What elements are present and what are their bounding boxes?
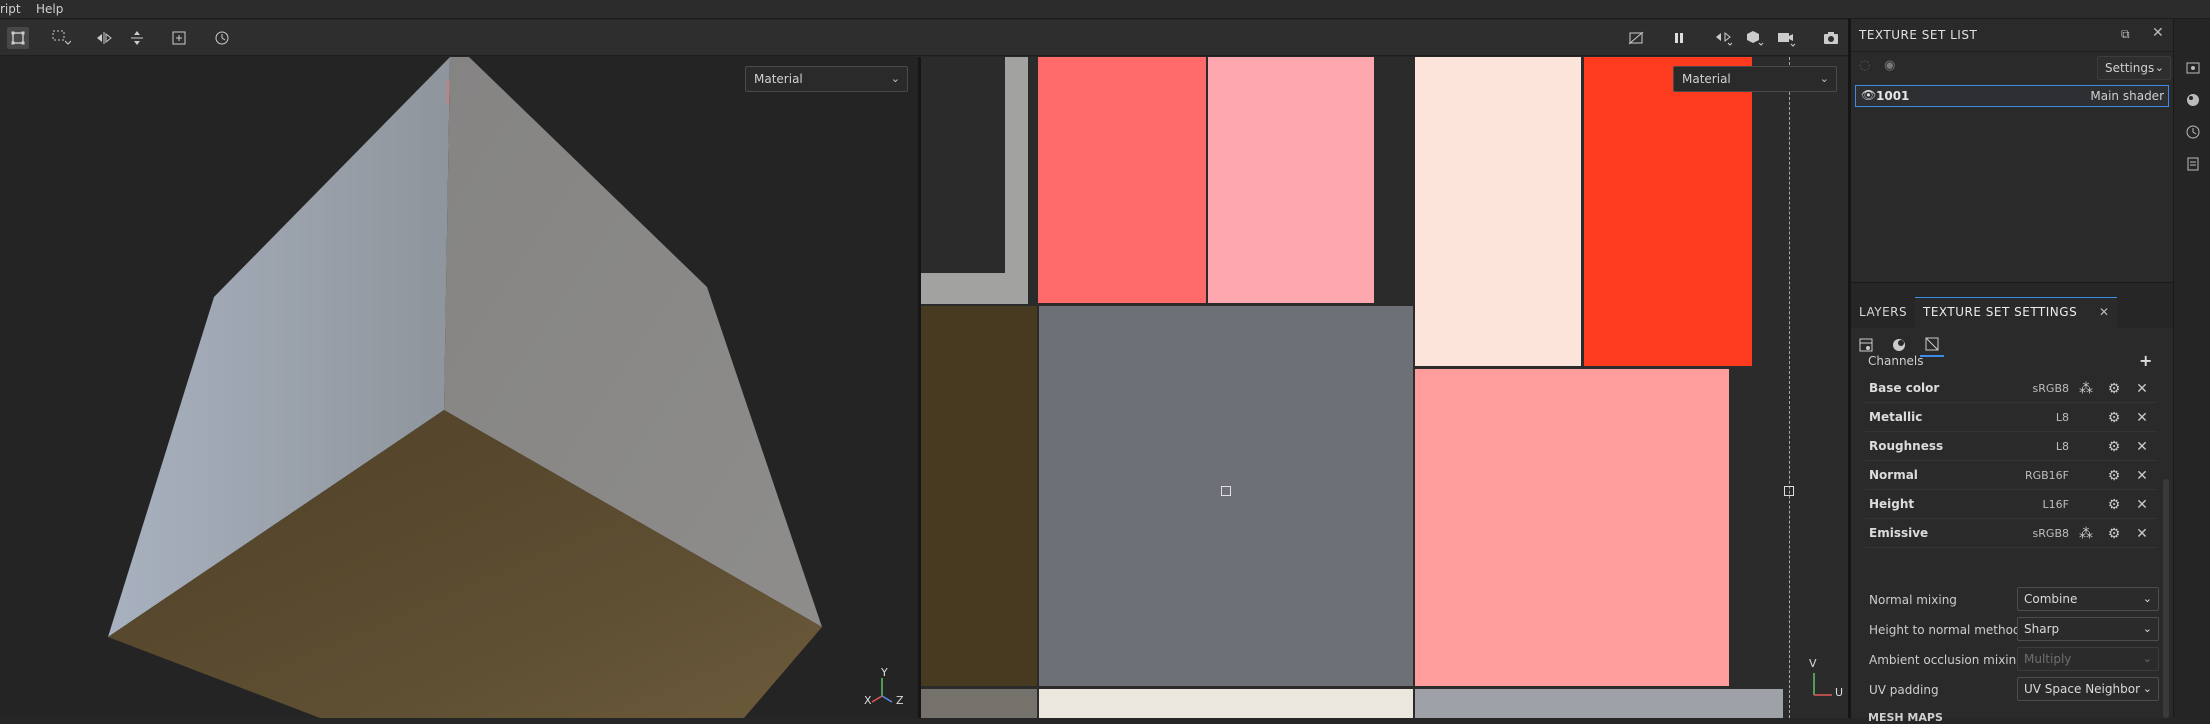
gear-icon[interactable]: ⚙	[2105, 525, 2123, 543]
symmetry-icon[interactable]	[1713, 27, 1735, 49]
axis-label-v: V	[1809, 657, 1817, 670]
texture-set-shader: Main shader	[2090, 89, 2164, 103]
color-channels-icon[interactable]: ⁂	[2077, 525, 2095, 543]
uv-island	[921, 306, 1037, 686]
channel-row[interactable]: Metallic L8 ⚙ ✕	[1865, 404, 2157, 432]
uv-island	[921, 273, 1028, 304]
close-tab-icon[interactable]: ✕	[2099, 305, 2109, 319]
uv-island	[1584, 57, 1752, 366]
remove-icon[interactable]: ✕	[2133, 525, 2151, 543]
ao-mixing-select: Multiply ⌄	[2017, 647, 2159, 671]
tab-layers[interactable]: LAYERS	[1859, 305, 1907, 319]
uv-island	[1208, 57, 1374, 303]
gear-icon[interactable]: ⚙	[2105, 380, 2123, 398]
uv-island	[921, 689, 1037, 718]
show-all-icon[interactable]: ◉	[1884, 58, 1895, 73]
screenshot-icon[interactable]	[1820, 27, 1842, 49]
channels-title: Channels	[1868, 354, 1924, 368]
polygon-select-icon[interactable]	[7, 27, 29, 49]
menu-bar: ript Help	[0, 0, 2210, 19]
axis-label-y: Y	[881, 666, 888, 679]
hide-icon[interactable]	[1625, 27, 1647, 49]
uv-island	[1039, 306, 1413, 686]
material-select-2d[interactable]: Material ⌄	[1673, 66, 1837, 92]
uv-island	[1038, 57, 1206, 303]
camera-icon[interactable]	[1776, 27, 1798, 49]
uv-padding-row: UV padding UV Space Neighbor ⌄	[1867, 677, 2159, 703]
viewport-toolbar	[0, 20, 1848, 56]
cube-render	[108, 57, 822, 718]
gear-icon[interactable]: ⚙	[2105, 409, 2123, 427]
texture-set-settings-icon[interactable]	[1855, 334, 1877, 356]
ao-mixing-row: Ambient occlusion mixing Multiply ⌄	[1867, 647, 2159, 673]
axis-label-z: Z	[896, 694, 904, 707]
visibility-eye-icon[interactable]: 👁	[1861, 88, 1876, 102]
tab-texture-set-settings[interactable]: TEXTURE SET SETTINGS ✕	[1915, 297, 2117, 329]
channel-row[interactable]: Normal RGB16F ⚙ ✕	[1865, 462, 2157, 490]
texture-set-item[interactable]: 👁 1001 Main shader	[1855, 85, 2169, 107]
log-icon[interactable]	[2184, 155, 2202, 173]
close-icon[interactable]: ✕	[2152, 25, 2164, 41]
remove-icon[interactable]: ✕	[2133, 438, 2151, 456]
pause-icon[interactable]	[1668, 27, 1690, 49]
channel-row[interactable]: Emissive sRGB8 ⁂ ⚙ ✕	[1865, 520, 2157, 548]
gear-icon[interactable]: ⚙	[2105, 438, 2123, 456]
shader-icon[interactable]	[2184, 91, 2202, 109]
texture-set-list-panel: TEXTURE SET LIST ⧉ ✕ ◌ ◉ Settings ⌄ 👁 100…	[1851, 19, 2173, 281]
uv-handle[interactable]	[1784, 486, 1794, 496]
color-channels-icon[interactable]: ⁂	[2077, 380, 2095, 398]
normal-mixing-row: Normal mixing Combine ⌄	[1867, 587, 2159, 613]
marquee-select-icon[interactable]	[50, 27, 72, 49]
channel-row[interactable]: Base color sRGB8 ⁂ ⚙ ✕	[1865, 375, 2157, 403]
remove-icon[interactable]: ✕	[2133, 380, 2151, 398]
texture-set-id: 1001	[1876, 89, 1910, 103]
history-panel-icon[interactable]	[2184, 123, 2202, 141]
uv-island	[1039, 689, 1413, 718]
cube-view-icon[interactable]	[1744, 27, 1766, 49]
uv-island	[1005, 57, 1028, 273]
remove-icon[interactable]: ✕	[2133, 496, 2151, 514]
hide-all-icon[interactable]: ◌	[1859, 58, 1870, 73]
settings-dropdown[interactable]: Settings ⌄	[2097, 56, 2171, 80]
menu-item-script[interactable]: ript	[0, 2, 21, 16]
gear-icon[interactable]: ⚙	[2105, 467, 2123, 485]
uv-island	[1415, 689, 1783, 718]
axis-label-x: X	[864, 694, 872, 707]
channel-row[interactable]: Height L16F ⚙ ✕	[1865, 491, 2157, 519]
undock-icon[interactable]: ⧉	[2121, 27, 2130, 42]
height-to-normal-select[interactable]: Sharp ⌄	[2017, 617, 2159, 641]
display-settings-icon[interactable]	[2184, 59, 2202, 77]
uv-island	[1415, 369, 1729, 686]
panel-title: TEXTURE SET LIST	[1859, 28, 1978, 42]
remove-icon[interactable]: ✕	[2133, 467, 2151, 485]
gear-icon[interactable]: ⚙	[2105, 496, 2123, 514]
add-channel-icon[interactable]: +	[2139, 351, 2152, 370]
uv-padding-select[interactable]: UV Space Neighbor ⌄	[2017, 677, 2159, 701]
uv-pivot-handle[interactable]	[1221, 486, 1231, 496]
height-to-normal-row: Height to normal method Sharp ⌄	[1867, 617, 2159, 643]
viewport-3d[interactable]: Material ⌄ Y X Z	[0, 57, 918, 718]
mirror-icon[interactable]	[93, 27, 115, 49]
normal-mixing-select[interactable]: Combine ⌄	[2017, 587, 2159, 611]
axis-label-u: U	[1835, 686, 1844, 699]
tab-bar: LAYERS TEXTURE SET SETTINGS ✕	[1851, 282, 2173, 329]
viewport-2d[interactable]: Material ⌄ V U	[921, 57, 1848, 718]
add-icon[interactable]	[168, 27, 190, 49]
uv-island	[1415, 57, 1581, 366]
channel-row[interactable]: Roughness L8 ⚙ ✕	[1865, 433, 2157, 461]
panel-scrollbar[interactable]	[2163, 479, 2169, 718]
shader-settings-icon[interactable]	[1888, 334, 1910, 356]
right-panel: TEXTURE SET LIST ⧉ ✕ ◌ ◉ Settings ⌄ 👁 100…	[1851, 19, 2173, 724]
menu-item-help[interactable]: Help	[36, 2, 63, 16]
uv-tile-border	[1789, 57, 1790, 718]
material-select-3d[interactable]: Material ⌄	[745, 66, 908, 92]
remove-icon[interactable]: ✕	[2133, 409, 2151, 427]
side-icon-bar	[2173, 19, 2210, 718]
history-icon[interactable]	[211, 27, 233, 49]
align-icon[interactable]	[126, 27, 148, 49]
uv-settings-icon[interactable]	[1920, 333, 1944, 357]
